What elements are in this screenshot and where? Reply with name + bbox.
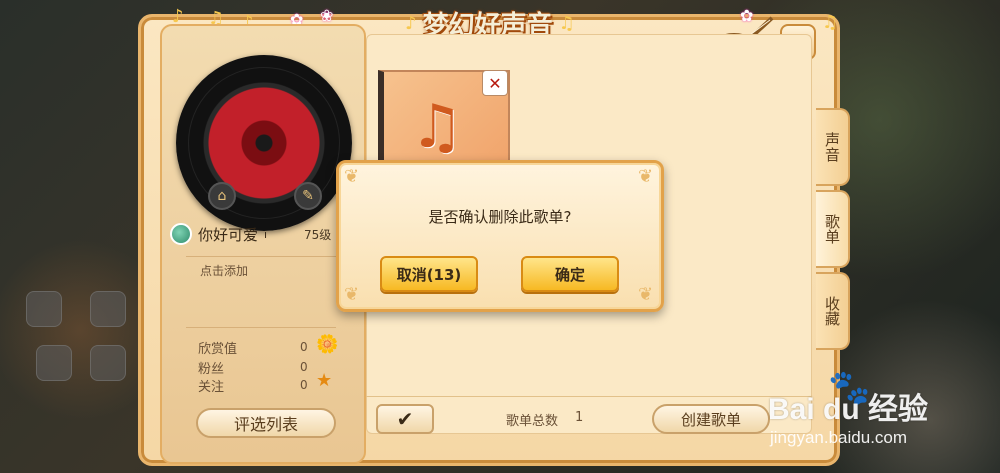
close-icon: ✕ [488, 73, 502, 93]
stat-label-appreciation: 欣赏值 [198, 342, 238, 357]
pick-list-button[interactable]: 评选列表 [196, 408, 336, 438]
cancel-button[interactable]: 取消(13) [380, 256, 478, 292]
edit-icon[interactable]: ✎ [294, 182, 322, 210]
avatar[interactable] [170, 223, 192, 245]
flower-icon[interactable]: 🌼 [316, 334, 340, 358]
ornament-icon: ❦ [344, 166, 360, 187]
songlist-total-label: 歌单总数 [506, 414, 559, 429]
stat-label-fans: 粉丝 [198, 362, 225, 377]
music-note-icon: ♫ [410, 92, 464, 162]
home-icon[interactable]: ⌂ [208, 182, 236, 210]
music-note-icon: ♫ [558, 12, 575, 34]
flower-icon: ❀ [320, 6, 334, 25]
stat-value-following: 0 [300, 378, 308, 392]
tab-favorites[interactable]: 收藏 [816, 272, 850, 350]
star-icon[interactable]: ★ [316, 370, 340, 394]
level-badge: 75级 [304, 228, 332, 242]
stat-value-appreciation: 0 [300, 340, 308, 354]
stat-value-fans: 0 [300, 360, 308, 374]
ornament-icon: ❦ [344, 284, 360, 305]
music-note-icon: ♪ [405, 12, 417, 34]
watermark-url: jingyan.baidu.com [770, 428, 908, 447]
bio-placeholder[interactable]: 点击添加 [200, 262, 248, 279]
watermark-logo: Bai du 经验 [768, 393, 929, 426]
check-icon: ✔ [396, 407, 414, 431]
ornament-icon: ❦ [638, 166, 654, 187]
select-button[interactable]: ✔ [376, 404, 434, 434]
stat-label-following: 关注 [198, 380, 225, 395]
tab-voice[interactable]: 声音 [816, 108, 850, 186]
delete-songlist-button[interactable]: ✕ [482, 70, 508, 96]
create-songlist-button[interactable]: 创建歌单 [652, 404, 770, 434]
tab-songlist[interactable]: 歌单 [816, 190, 850, 268]
confirm-button[interactable]: 确定 [521, 256, 619, 292]
songlist-total-value: 1 [575, 410, 584, 425]
ornament-icon: ❦ [638, 284, 654, 305]
background-hud [20, 285, 155, 435]
dialog-message: 是否确认删除此歌单? [428, 208, 572, 226]
username-suffix: ı [264, 227, 268, 241]
username: 你好可爱 [198, 225, 259, 244]
music-note-icon: ♫ [822, 12, 839, 33]
